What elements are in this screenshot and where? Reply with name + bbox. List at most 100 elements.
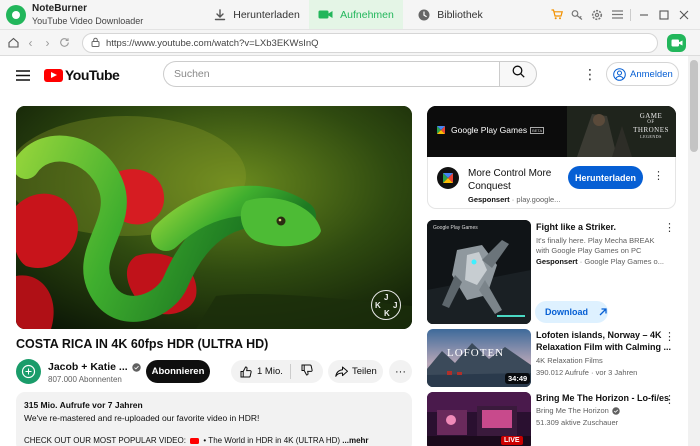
- tab-download[interactable]: Herunterladen: [205, 0, 309, 29]
- sidebar-live-viewers: 51.309 aktive Zuschauer: [536, 418, 619, 427]
- sidebar-item-desc: It's finally here. Play Mecha BREAK: [536, 236, 655, 245]
- sidebar-live-title[interactable]: Bring Me The Horizon - Lo-fi/es: [536, 392, 669, 404]
- advertiser-logo[interactable]: [437, 167, 459, 189]
- ad-banner[interactable]: Google Play Games BETA GAME OF THRONES L…: [427, 106, 676, 157]
- tab-library[interactable]: Bibliothek: [403, 0, 498, 29]
- mecha-robot-image: [427, 220, 531, 324]
- share-icon: [335, 366, 348, 377]
- tab-download-label: Herunterladen: [233, 8, 300, 21]
- description-box[interactable]: 315 Mio. Aufrufe vor 7 Jahren We've re-m…: [16, 392, 412, 446]
- ad-sponsored-line: Gesponsert · play.google...: [468, 195, 561, 204]
- live-badge: LIVE: [501, 436, 523, 445]
- description-line: We've re-mastered and re-uploaded our fa…: [24, 413, 260, 423]
- app-title-bar: NoteBurner YouTube Video Downloader Heru…: [0, 0, 700, 30]
- thumbs-up-icon: [240, 365, 252, 378]
- reload-icon[interactable]: [56, 30, 73, 56]
- app-name: NoteBurner: [32, 2, 88, 14]
- app-brand: NoteBurner YouTube Video Downloader: [0, 0, 205, 29]
- sidebar-live-channel[interactable]: Bring Me The Horizon: [536, 406, 620, 416]
- search-input[interactable]: Suchen: [163, 61, 499, 87]
- ad-kebab-menu-icon[interactable]: ⋮: [653, 169, 664, 182]
- video-duration: 34:49: [505, 373, 531, 384]
- sponsored-ad-card[interactable]: Google Play Games BETA GAME OF THRONES L…: [427, 106, 676, 209]
- sidebar-video-title-line[interactable]: Lofoten islands, Norway – 4K: [536, 329, 662, 341]
- google-play-games-icon: [435, 125, 447, 135]
- lock-icon: [91, 34, 100, 52]
- channel-watermark[interactable]: J K J K: [371, 290, 401, 320]
- search-button[interactable]: [499, 61, 537, 87]
- like-button[interactable]: 1 Mio.: [231, 364, 291, 379]
- url-bar[interactable]: https://www.youtube.com/watch?v=LXb3EKWs…: [82, 33, 658, 53]
- show-more-link[interactable]: ...mehr: [342, 436, 368, 445]
- search-placeholder: Suchen: [174, 68, 210, 80]
- share-label: Teilen: [352, 366, 377, 377]
- sidebar-video-title-line[interactable]: Relaxation Film with Calming ...: [536, 341, 671, 353]
- sidebar-item-kebab-icon[interactable]: ⋮: [664, 393, 675, 406]
- sidebar-item-kebab-icon[interactable]: ⋮: [664, 221, 675, 234]
- key-icon[interactable]: [567, 0, 587, 30]
- sidebar-ad-download-button[interactable]: Download: [535, 301, 608, 323]
- signin-label: Anmelden: [630, 68, 673, 80]
- sidebar-video-thumbnail[interactable]: LOFOTEN 34:49: [427, 329, 531, 387]
- url-text: https://www.youtube.com/watch?v=LXb3EKWs…: [106, 37, 319, 49]
- home-icon[interactable]: [5, 30, 22, 56]
- record-camera-button[interactable]: [667, 34, 686, 52]
- cart-icon[interactable]: [547, 0, 567, 30]
- hamburger-menu-icon[interactable]: [16, 68, 30, 86]
- youtube-logo[interactable]: YouTube: [44, 67, 120, 83]
- ad-body: More Control More Conquest Gesponsert · …: [427, 157, 676, 209]
- kebab-menu-icon[interactable]: ⋮: [583, 67, 597, 81]
- external-link-arrow-icon: [598, 307, 608, 317]
- like-dislike-group: 1 Mio.: [231, 360, 323, 383]
- forward-icon[interactable]: ›: [39, 30, 56, 56]
- sidebar-item-kebab-icon[interactable]: ⋮: [664, 330, 675, 343]
- video-player[interactable]: [16, 106, 412, 329]
- noteburner-logo-icon: [6, 4, 26, 25]
- youtube-header: YouTube Suchen ⋮ Anmelden: [0, 56, 688, 94]
- sidebar-item-title[interactable]: Fight like a Striker.: [536, 221, 616, 233]
- more-actions-button[interactable]: ···: [389, 360, 412, 383]
- camera-icon: [318, 9, 333, 20]
- thumb-overlay-text: LOFOTEN: [447, 347, 505, 359]
- description-preview: CHECK OUT OUR MOST POPULAR VIDEO: • The …: [24, 436, 369, 445]
- download-icon: [214, 8, 226, 21]
- youtube-play-icon: [44, 68, 63, 82]
- youtube-small-icon: [190, 437, 200, 444]
- maximize-icon[interactable]: [654, 0, 674, 30]
- view-count-and-date: 315 Mio. Aufrufe vor 7 Jahren: [24, 400, 143, 410]
- google-play-games-brand: Google Play Games BETA: [435, 125, 545, 135]
- signin-button[interactable]: Anmelden: [606, 62, 679, 86]
- account-icon: [613, 67, 626, 81]
- tab-library-label: Bibliothek: [437, 8, 483, 21]
- share-button[interactable]: Teilen: [328, 360, 383, 383]
- sidebar-video-stats: 390.012 Aufrufe · vor 3 Jahren: [536, 368, 638, 377]
- search-icon: [512, 65, 525, 83]
- verified-check-icon: [131, 362, 141, 372]
- subscribe-button[interactable]: Abonnieren: [146, 360, 210, 383]
- channel-name[interactable]: Jacob + Katie ...: [48, 361, 141, 373]
- sidebar-video-channel[interactable]: 4K Relaxation Films: [536, 356, 603, 366]
- ad-title[interactable]: More Control More Conquest: [468, 167, 563, 193]
- video-title: COSTA RICA IN 4K 60fps HDR (ULTRA HD): [16, 337, 269, 351]
- like-count: 1 Mio.: [257, 366, 283, 377]
- video-frame-viper-image: [16, 106, 412, 329]
- subscriber-count: 807.000 Abonnenten: [48, 375, 122, 384]
- dislike-button[interactable]: [291, 363, 323, 381]
- back-icon[interactable]: ‹: [22, 30, 39, 56]
- verified-check-icon: [612, 407, 620, 415]
- ad-download-button[interactable]: Herunterladen: [568, 166, 643, 189]
- thumbs-down-icon: [301, 363, 313, 381]
- tab-record[interactable]: Aufnehmen: [309, 0, 403, 29]
- channel-avatar[interactable]: [16, 359, 41, 384]
- minimize-icon[interactable]: [634, 0, 654, 30]
- clock-icon: [418, 9, 430, 21]
- gear-icon[interactable]: [587, 0, 607, 30]
- scrollbar-thumb[interactable]: [690, 60, 698, 152]
- close-icon[interactable]: [674, 0, 694, 30]
- tab-record-label: Aufnehmen: [340, 8, 394, 21]
- menu-icon[interactable]: [607, 0, 627, 30]
- game-of-thrones-logo: GAME OF THRONES LEGENDS: [633, 112, 669, 139]
- app-subtitle: YouTube Video Downloader: [32, 15, 144, 26]
- sidebar-ad-thumbnail[interactable]: Google Play Games: [427, 220, 531, 324]
- sidebar-item-desc: with Google Play Games on PC: [536, 246, 642, 255]
